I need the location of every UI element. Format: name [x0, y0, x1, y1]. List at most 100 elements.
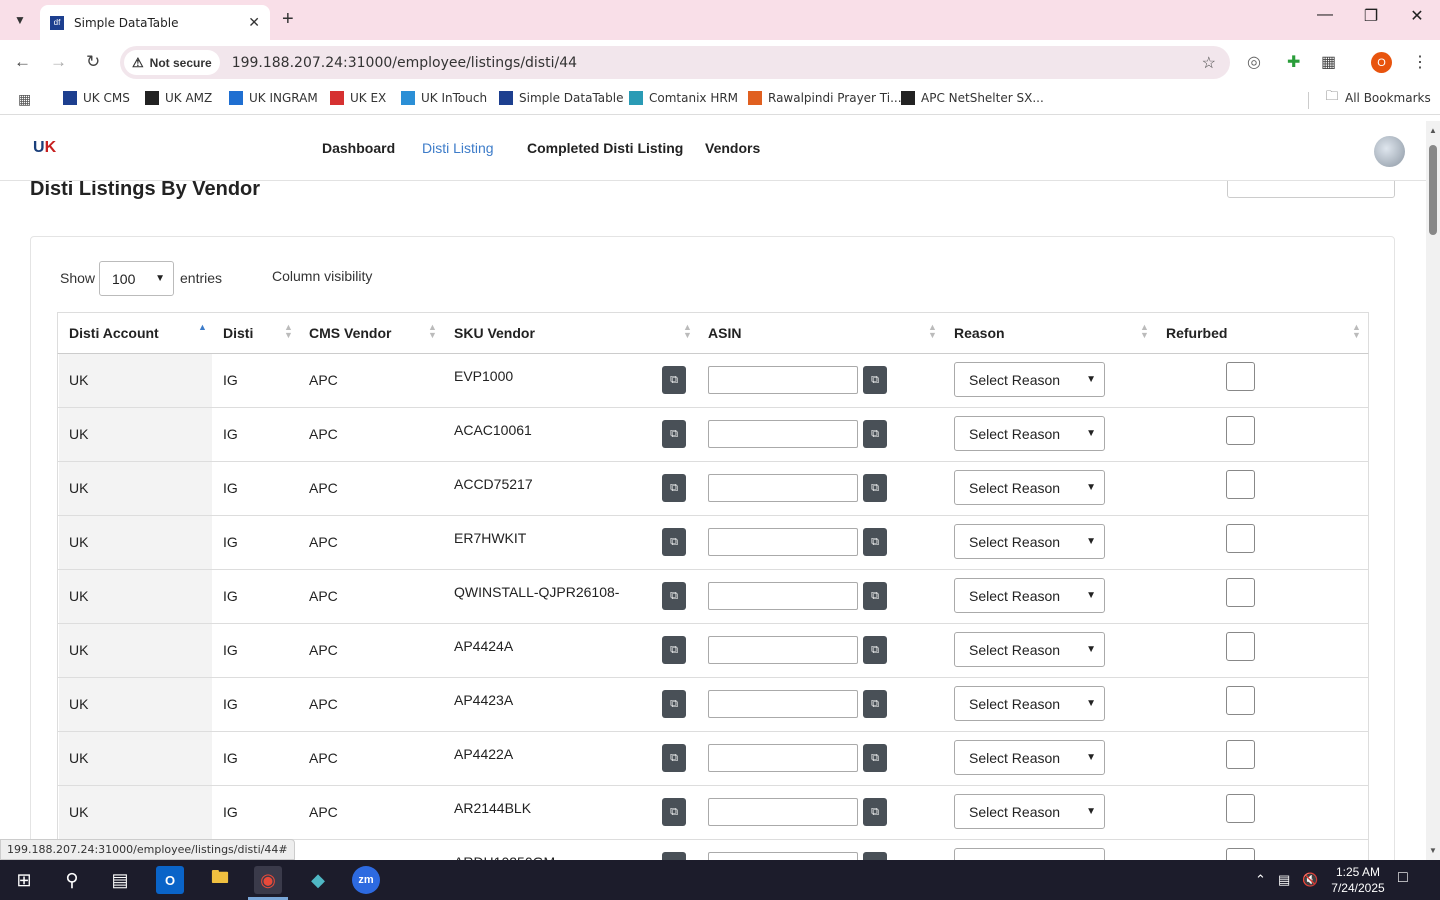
- refurbed-checkbox[interactable]: [1226, 470, 1255, 499]
- reload-icon[interactable]: ↻: [86, 52, 100, 72]
- bookmark-item[interactable]: UK CMS: [63, 91, 130, 105]
- reason-select[interactable]: Select Reason ▼: [954, 740, 1105, 775]
- sort-asc-icon[interactable]: ▲: [198, 323, 207, 332]
- app-logo[interactable]: UK: [33, 139, 56, 157]
- col-refurbed[interactable]: Refurbed: [1166, 325, 1227, 341]
- file-explorer-icon[interactable]: 🖿: [206, 866, 234, 894]
- refurbed-checkbox[interactable]: [1226, 416, 1255, 445]
- translate-icon[interactable]: ◎: [1247, 52, 1261, 72]
- refurbed-checkbox[interactable]: [1226, 740, 1255, 769]
- paste-asin-button[interactable]: ⧉: [863, 582, 887, 610]
- paste-asin-button[interactable]: ⧉: [863, 528, 887, 556]
- reason-select[interactable]: Select Reason ▼: [954, 578, 1105, 613]
- asin-input[interactable]: [708, 636, 858, 664]
- maximize-icon[interactable]: ❐: [1348, 6, 1394, 26]
- scroll-down-icon[interactable]: ▼: [1429, 846, 1437, 855]
- bookmark-item[interactable]: Simple DataTable: [499, 91, 623, 105]
- copy-sku-button[interactable]: ⧉: [662, 420, 686, 448]
- sort-icon[interactable]: ▲ ▼: [284, 323, 293, 340]
- volume-muted-icon[interactable]: 🔇: [1302, 872, 1318, 888]
- task-view-icon[interactable]: ▤: [106, 866, 134, 894]
- bookmark-item[interactable]: UK EX: [330, 91, 386, 105]
- copy-sku-button[interactable]: ⧉: [662, 798, 686, 826]
- col-sku-vendor[interactable]: SKU Vendor: [454, 325, 535, 341]
- zoom-icon[interactable]: zm: [352, 866, 380, 894]
- paste-asin-button[interactable]: ⧉: [863, 366, 887, 394]
- copy-sku-button[interactable]: ⧉: [662, 528, 686, 556]
- outlook-icon[interactable]: O: [156, 866, 184, 894]
- bookmark-item[interactable]: Comtanix HRM: [629, 91, 738, 105]
- system-clock[interactable]: 1:25 AM 7/24/2025: [1318, 864, 1398, 896]
- paste-asin-button[interactable]: ⧉: [863, 474, 887, 502]
- refurbed-checkbox[interactable]: [1226, 686, 1255, 715]
- asin-input[interactable]: [708, 474, 858, 502]
- reason-select[interactable]: Select Reason ▼: [954, 686, 1105, 721]
- extensions-puzzle-icon[interactable]: ▦: [1321, 52, 1336, 72]
- forward-icon[interactable]: →: [50, 52, 67, 72]
- paste-asin-button[interactable]: ⧉: [863, 852, 887, 860]
- sort-icon[interactable]: ▲ ▼: [683, 323, 692, 340]
- export-disti-listing-button[interactable]: EXPORT DISTI LISTING: [1227, 181, 1395, 198]
- copy-sku-button[interactable]: ⧉: [662, 582, 686, 610]
- tray-chevron-icon[interactable]: ⌃: [1255, 872, 1266, 888]
- extension-plus-icon[interactable]: ✚: [1287, 52, 1300, 72]
- paste-asin-button[interactable]: ⧉: [863, 420, 887, 448]
- tab-search-chevron-icon[interactable]: ▼: [8, 8, 32, 32]
- bookmark-item[interactable]: UK INGRAM: [229, 91, 318, 105]
- refurbed-checkbox[interactable]: [1226, 362, 1255, 391]
- bookmark-star-icon[interactable]: ☆: [1202, 53, 1216, 73]
- nav-disti-listing[interactable]: Disti Listing: [422, 140, 494, 156]
- address-bar[interactable]: ⚠ Not secure 199.188.207.24:31000/employ…: [120, 46, 1230, 79]
- nav-dashboard[interactable]: Dashboard: [322, 140, 395, 156]
- app-diamond-icon[interactable]: ◆: [304, 866, 332, 894]
- refurbed-checkbox[interactable]: [1226, 794, 1255, 823]
- browser-menu-icon[interactable]: ⋮: [1412, 52, 1428, 72]
- network-icon[interactable]: ▤: [1278, 872, 1290, 888]
- reason-select[interactable]: Select Reason ▼: [954, 470, 1105, 505]
- col-asin[interactable]: ASIN: [708, 325, 741, 341]
- col-disti[interactable]: Disti: [223, 325, 253, 341]
- scrollbar-thumb[interactable]: [1429, 145, 1437, 235]
- user-avatar[interactable]: [1374, 136, 1405, 167]
- asin-input[interactable]: [708, 366, 858, 394]
- sort-icon[interactable]: ▲ ▼: [928, 323, 937, 340]
- profile-avatar[interactable]: O: [1371, 52, 1392, 73]
- page-scrollbar[interactable]: ▲ ▼: [1426, 121, 1440, 860]
- asin-input[interactable]: [708, 582, 858, 610]
- copy-sku-button[interactable]: ⧉: [662, 474, 686, 502]
- col-cms-vendor[interactable]: CMS Vendor: [309, 325, 391, 341]
- scroll-up-icon[interactable]: ▲: [1429, 126, 1437, 135]
- minimize-icon[interactable]: —: [1302, 6, 1348, 24]
- asin-input[interactable]: [708, 852, 858, 860]
- url-text[interactable]: 199.188.207.24:31000/employee/listings/d…: [232, 55, 1202, 71]
- close-tab-icon[interactable]: ✕: [248, 14, 260, 31]
- all-bookmarks-button[interactable]: 🗀 All Bookmarks: [1325, 89, 1430, 105]
- reason-select[interactable]: Select Reason ▼: [954, 632, 1105, 667]
- paste-asin-button[interactable]: ⧉: [863, 636, 887, 664]
- new-tab-icon[interactable]: +: [282, 8, 294, 31]
- search-icon[interactable]: ⚲: [58, 866, 86, 894]
- refurbed-checkbox[interactable]: [1226, 848, 1255, 860]
- paste-asin-button[interactable]: ⧉: [863, 744, 887, 772]
- window-close-icon[interactable]: ✕: [1394, 6, 1440, 26]
- asin-input[interactable]: [708, 528, 858, 556]
- col-reason[interactable]: Reason: [954, 325, 1005, 341]
- browser-tab[interactable]: df Simple DataTable ✕: [40, 5, 270, 40]
- bookmark-item[interactable]: UK InTouch: [401, 91, 487, 105]
- refurbed-checkbox[interactable]: [1226, 578, 1255, 607]
- asin-input[interactable]: [708, 690, 858, 718]
- sort-icon[interactable]: ▲ ▼: [1140, 323, 1149, 340]
- sort-icon[interactable]: ▲ ▼: [1352, 323, 1361, 340]
- asin-input[interactable]: [708, 744, 858, 772]
- copy-sku-button[interactable]: ⧉: [662, 852, 686, 860]
- col-disti-account[interactable]: Disti Account: [69, 325, 159, 341]
- reason-select[interactable]: Select Reason ▼: [954, 524, 1105, 559]
- column-visibility-button[interactable]: Column visibility: [272, 268, 372, 284]
- reason-select[interactable]: Select Reason ▼: [954, 416, 1105, 451]
- bookmark-item[interactable]: APC NetShelter SX...: [901, 91, 1044, 105]
- apps-grid-icon[interactable]: ▦: [18, 91, 31, 108]
- copy-sku-button[interactable]: ⧉: [662, 744, 686, 772]
- refurbed-checkbox[interactable]: [1226, 524, 1255, 553]
- chrome-icon[interactable]: ◉: [254, 866, 282, 894]
- asin-input[interactable]: [708, 420, 858, 448]
